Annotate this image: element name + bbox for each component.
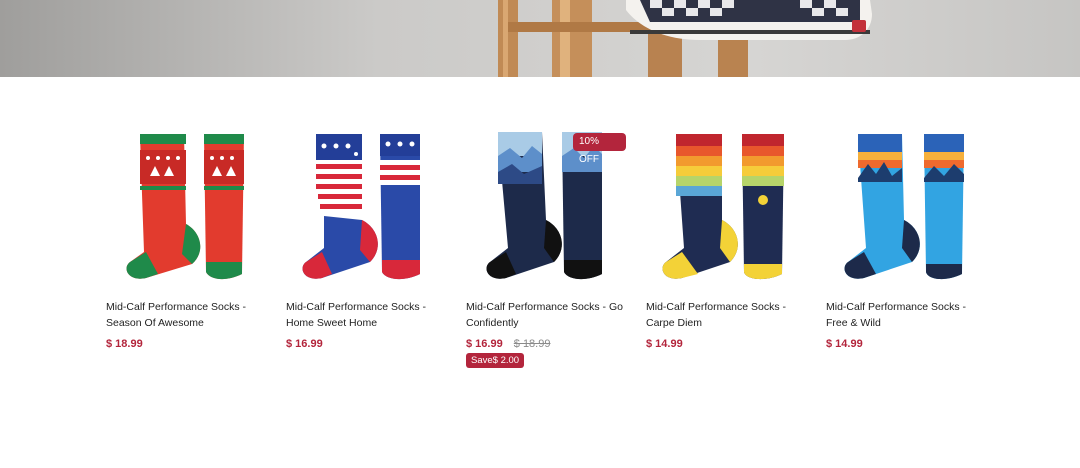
price-line: $ 18.99: [106, 336, 143, 352]
price-line: $ 14.99: [826, 336, 863, 352]
product-price: $ 14.99: [826, 338, 863, 350]
product-image[interactable]: [646, 124, 806, 289]
product-image[interactable]: [106, 124, 266, 289]
discount-badge: 10% OFF: [573, 133, 626, 165]
product-name[interactable]: Mid-Calf Performance Socks - Free & Wild: [826, 299, 986, 331]
product-card[interactable]: Mid-Calf Performance Socks - Home Sweet …: [286, 124, 446, 384]
product-image[interactable]: 10% OFF: [466, 124, 626, 289]
product-card[interactable]: Mid-Calf Performance Socks - Carpe Diem …: [646, 124, 806, 384]
product-name[interactable]: Mid-Calf Performance Socks - Carpe Diem: [646, 299, 806, 331]
product-price: $ 14.99: [646, 338, 683, 350]
product-image[interactable]: [286, 124, 446, 289]
product-name[interactable]: Mid-Calf Performance Socks - Go Confiden…: [466, 299, 626, 331]
product-image[interactable]: [826, 124, 986, 289]
hero-banner: [0, 0, 1080, 77]
product-name[interactable]: Mid-Calf Performance Socks - Season Of A…: [106, 299, 266, 331]
product-card[interactable]: Mid-Calf Performance Socks - Free & Wild…: [826, 124, 986, 384]
save-badge: Save$ 2.00: [466, 353, 525, 368]
price-line: $ 16.99 $ 18.99: [466, 336, 550, 352]
hero-image: [0, 0, 1080, 77]
product-grid: Mid-Calf Performance Socks - Season Of A…: [106, 124, 986, 384]
product-card[interactable]: Mid-Calf Performance Socks - Season Of A…: [106, 124, 266, 384]
product-price: $ 16.99: [286, 338, 323, 350]
product-price: $ 18.99: [106, 338, 143, 350]
product-card[interactable]: 10% OFF Mid-Calf Performance Socks - Go …: [466, 124, 626, 384]
product-name[interactable]: Mid-Calf Performance Socks - Home Sweet …: [286, 299, 446, 331]
compare-price: $ 18.99: [513, 338, 551, 350]
product-price: $ 16.99: [466, 338, 503, 350]
price-line: $ 14.99: [646, 336, 683, 352]
price-line: $ 16.99: [286, 336, 323, 352]
